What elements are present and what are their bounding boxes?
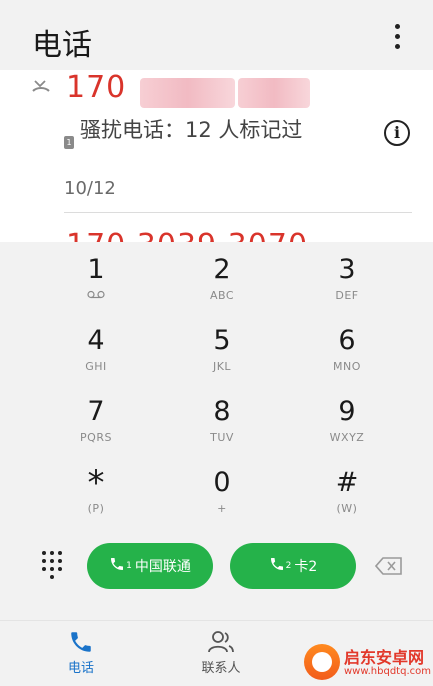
key-6[interactable]: 6 MNO xyxy=(292,325,402,393)
more-options-icon[interactable] xyxy=(388,22,406,54)
contacts-icon xyxy=(166,621,276,657)
key-star[interactable]: * (P) xyxy=(41,463,151,535)
voicemail-icon xyxy=(41,289,151,302)
keypad-grid-icon[interactable] xyxy=(42,551,66,581)
next-caller-number[interactable]: 170 3039 3070 xyxy=(66,228,308,242)
sim2-index: 2 xyxy=(285,561,292,571)
key-letters: ABC xyxy=(209,289,235,302)
key-letters: (P) xyxy=(87,502,105,515)
key-digit: 0 xyxy=(213,467,231,498)
dial-pad: 1 2 ABC 3 DEF 4 GHI 5 JKL 6 MNO 7 PQRS 8… xyxy=(0,242,433,620)
sim2-label: 卡2 xyxy=(294,559,318,575)
call-sim2-button[interactable]: 2 卡2 xyxy=(230,543,356,589)
key-digit: 7 xyxy=(87,396,105,427)
key-digit: 6 xyxy=(338,325,356,356)
key-4[interactable]: 4 GHI xyxy=(41,325,151,393)
watermark-url: www.hbqdtq.com xyxy=(344,666,431,677)
key-digit: 2 xyxy=(213,254,231,285)
tab-contacts[interactable]: 联系人 xyxy=(166,621,276,686)
redacted-number-tail xyxy=(238,78,310,108)
key-digit: 5 xyxy=(213,325,231,356)
key-letters: PQRS xyxy=(80,431,112,444)
caller-number: 170 xyxy=(66,70,126,105)
key-2[interactable]: 2 ABC xyxy=(167,254,277,322)
site-watermark: 启东安卓网 www.hbqdtq.com xyxy=(300,640,431,684)
key-letters: JKL xyxy=(212,360,232,373)
key-digit: 4 xyxy=(87,325,105,356)
caller-number-prefix: 170 xyxy=(66,70,127,105)
key-letters: GHI xyxy=(85,360,107,373)
key-8[interactable]: 8 TUV xyxy=(167,396,277,464)
key-digit: 1 xyxy=(87,254,105,285)
key-hash[interactable]: # (W) xyxy=(292,467,402,535)
recent-call-card[interactable]: 170 1 骚扰电话：12 人标记过 i 10/12 170 3039 3070 xyxy=(0,70,433,242)
key-digit: 9 xyxy=(338,396,356,427)
key-letters: MNO xyxy=(333,360,361,373)
sim-badge-icon: 1 xyxy=(64,136,74,149)
phone-icon xyxy=(269,556,285,577)
info-icon[interactable]: i xyxy=(384,120,410,146)
key-digit: # xyxy=(335,467,359,498)
key-letters: WXYZ xyxy=(329,431,365,444)
key-letters: (W) xyxy=(336,502,358,515)
tab-phone[interactable]: 电话 xyxy=(26,621,136,686)
tab-label: 联系人 xyxy=(201,661,241,676)
key-digit: 8 xyxy=(213,396,231,427)
phone-tab-icon xyxy=(26,621,136,657)
key-7[interactable]: 7 PQRS xyxy=(41,396,151,464)
watermark-name: 启东安卓网 xyxy=(344,648,425,667)
phone-icon xyxy=(109,556,125,577)
watermark-logo-icon xyxy=(304,644,340,680)
spam-tag: 骚扰电话：12 人标记过 xyxy=(80,118,303,142)
key-9[interactable]: 9 WXYZ xyxy=(292,396,402,464)
divider xyxy=(64,212,412,213)
redacted-number-block xyxy=(140,78,235,108)
sim1-label: 中国联通 xyxy=(134,559,191,575)
tab-label: 电话 xyxy=(67,661,94,676)
missed-call-icon xyxy=(32,78,50,99)
call-date: 10/12 xyxy=(64,178,116,199)
backspace-icon[interactable] xyxy=(374,557,403,575)
call-sim1-button[interactable]: 1 中国联通 xyxy=(87,543,213,589)
key-3[interactable]: 3 DEF xyxy=(292,254,402,322)
key-letters: + xyxy=(217,502,227,515)
page-title: 电话 xyxy=(32,28,92,63)
key-digit: * xyxy=(87,463,105,503)
key-digit: 3 xyxy=(338,254,356,285)
app-header: 电话 xyxy=(0,0,433,70)
key-letters: DEF xyxy=(335,289,359,302)
key-1[interactable]: 1 xyxy=(41,254,151,322)
key-0[interactable]: 0 + xyxy=(167,467,277,535)
key-letters: TUV xyxy=(210,431,234,444)
sim1-index: 1 xyxy=(126,561,132,571)
key-5[interactable]: 5 JKL xyxy=(167,325,277,393)
